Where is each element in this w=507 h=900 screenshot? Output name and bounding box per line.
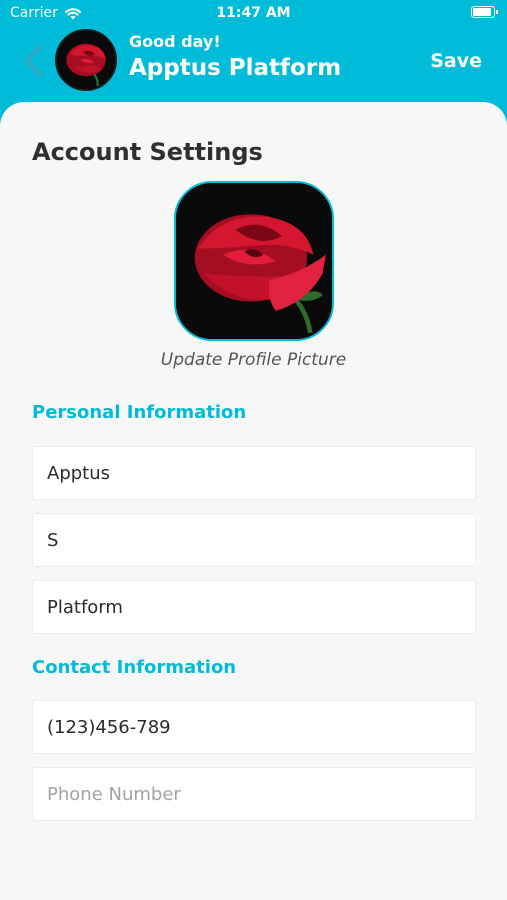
save-button[interactable]: Save (430, 50, 482, 72)
rose-image (57, 31, 115, 89)
account-settings-card: Account Settings Update Profile Picture … (0, 102, 507, 900)
status-time: 11:47 AM (216, 5, 291, 21)
last-name-field[interactable]: Platform (32, 580, 476, 634)
contact-info-heading: Contact Information (32, 657, 237, 678)
rose-image (176, 183, 332, 339)
phone-number-field[interactable]: Phone Number (32, 767, 476, 821)
greeting-text: Good day! (129, 32, 221, 51)
battery-level (473, 8, 492, 16)
app-header: Good day! Apptus Platform Save (0, 28, 507, 102)
battery-icon (471, 6, 498, 18)
header-title: Apptus Platform (129, 55, 342, 81)
header-avatar (55, 29, 117, 91)
first-name-field[interactable]: Apptus (32, 446, 476, 500)
status-bar: Carrier 11:47 AM (0, 0, 507, 28)
back-chevron-icon[interactable] (22, 44, 46, 78)
update-profile-picture-link[interactable]: Update Profile Picture (0, 350, 507, 370)
page-title: Account Settings (32, 138, 263, 166)
phone-field[interactable]: (123)456-789 (32, 700, 476, 754)
personal-info-heading: Personal Information (32, 402, 247, 423)
profile-picture[interactable] (174, 181, 334, 341)
middle-name-field[interactable]: S (32, 513, 476, 567)
